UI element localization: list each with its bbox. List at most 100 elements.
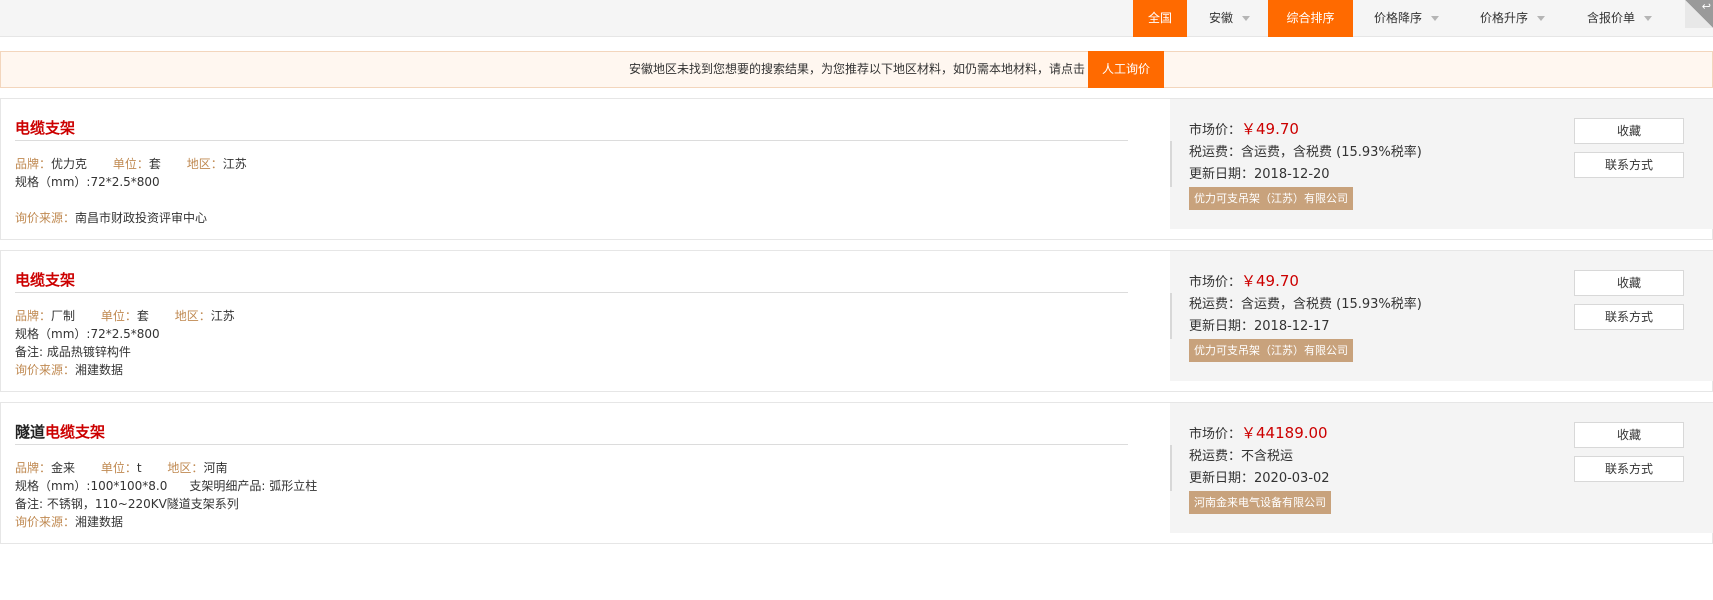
source-value: 湘建数据 — [75, 363, 124, 377]
result-card: 电缆支架 品牌：优力克 单位：套 地区：江苏 规格（mm）:72*2.5*800… — [0, 98, 1713, 240]
title-prefix: 隧道 — [15, 423, 46, 441]
filter-label: 综合排序 — [1286, 11, 1335, 25]
market-price: 市场价：￥49.70 — [1189, 119, 1299, 141]
tax-shipping: 税运费：含运费，含税费 (15.93%税率) — [1189, 295, 1422, 315]
search-results-page: 全国 安徽 综合排序 价格降序 价格升序 含报价单 ↩ 安徽地区未找到您想要的搜… — [0, 0, 1713, 600]
date-value: 2018-12-17 — [1254, 319, 1330, 334]
filter-label: 含报价单 — [1587, 11, 1636, 25]
result-note: 备注: 成品热镀锌构件 — [15, 345, 131, 359]
result-source: 询价来源：湘建数据 — [15, 361, 123, 379]
unit-value: 套 — [148, 157, 161, 171]
region-label: 地区： — [186, 157, 223, 171]
manual-inquiry-button[interactable]: 人工询价 — [1088, 51, 1164, 88]
filter-bar: 全国 安徽 综合排序 价格降序 价格升序 含报价单 ↩ — [0, 0, 1713, 37]
filter-region-anhui[interactable]: 安徽 — [1209, 0, 1267, 37]
favorite-button[interactable]: 收藏 — [1574, 270, 1684, 296]
spec-value: 72*2.5*800 — [90, 175, 160, 189]
spec-extra: 支架明细产品: 弧形立柱 — [189, 479, 318, 493]
tax-value: 含运费，含税费 (15.93%税率) — [1241, 145, 1422, 160]
date-label: 更新日期： — [1189, 167, 1255, 182]
tax-shipping: 税运费：含运费，含税费 (15.93%税率) — [1189, 143, 1422, 163]
brand-value: 厂制 — [51, 309, 76, 323]
chevron-down-icon — [1644, 16, 1653, 21]
unit-value: t — [136, 461, 142, 475]
market-price: 市场价：￥44189.00 — [1189, 423, 1328, 445]
result-spec: 规格（mm）:72*2.5*800 — [15, 325, 160, 343]
divider — [1170, 293, 1172, 339]
title-highlight: 电缆支架 — [45, 423, 106, 441]
update-date: 更新日期：2020-03-02 — [1189, 469, 1330, 489]
filter-label: 全国 — [1147, 11, 1172, 25]
result-source: 询价来源：湘建数据 — [15, 513, 123, 531]
brand-label: 品牌： — [15, 309, 52, 323]
date-label: 更新日期： — [1189, 471, 1255, 486]
title-highlight: 电缆支架 — [15, 271, 76, 289]
chevron-down-icon — [1537, 16, 1546, 21]
unit-label: 单位： — [100, 309, 137, 323]
company-badge[interactable]: 优力可支吊架（江苏）有限公司 — [1189, 339, 1353, 362]
update-date: 更新日期：2018-12-20 — [1189, 165, 1330, 185]
result-attributes: 品牌：厂制 单位：套 地区：江苏 — [15, 307, 235, 325]
source-label: 询价来源： — [15, 363, 76, 377]
contact-button[interactable]: 联系方式 — [1574, 152, 1684, 178]
filter-has-quote[interactable]: 含报价单 — [1587, 0, 1667, 37]
spec-value: 100*100*8.0 — [90, 479, 168, 493]
contact-button[interactable]: 联系方式 — [1574, 304, 1684, 330]
result-spec: 规格（mm）:100*100*8.0 支架明细产品: 弧形立柱 — [15, 477, 317, 495]
region-value: 江苏 — [210, 309, 235, 323]
region-label: 地区： — [174, 309, 211, 323]
tax-label: 税运费： — [1189, 145, 1242, 160]
tax-value: 不含税运 — [1241, 449, 1294, 464]
price-value: ￥44189.00 — [1241, 424, 1328, 442]
unit-value: 套 — [136, 309, 149, 323]
company-badge[interactable]: 优力可支吊架（江苏）有限公司 — [1189, 187, 1353, 210]
divider — [15, 444, 1128, 445]
result-card: 隧道电缆支架 品牌：金来 单位：t 地区：河南 规格（mm）:100*100*8… — [0, 402, 1713, 544]
sort-price-asc[interactable]: 价格升序 — [1480, 0, 1558, 37]
contact-button[interactable]: 联系方式 — [1574, 456, 1684, 482]
result-attributes: 品牌：优力克 单位：套 地区：江苏 — [15, 155, 247, 173]
brand-label: 品牌： — [15, 461, 52, 475]
back-corner-button[interactable]: ↩ — [1685, 0, 1713, 28]
result-title[interactable]: 电缆支架 — [15, 117, 75, 138]
return-arrow-icon: ↩ — [1701, 0, 1711, 13]
notice-text: 安徽地区未找到您想要的搜索结果，为您推荐以下地区材料，如仍需本地材料，请点击 — [628, 62, 1085, 76]
date-value: 2018-12-20 — [1254, 167, 1330, 182]
result-title[interactable]: 隧道电缆支架 — [15, 421, 105, 442]
date-value: 2020-03-02 — [1254, 471, 1330, 486]
filter-label: 安徽 — [1209, 11, 1234, 25]
tax-value: 含运费，含税费 (15.93%税率) — [1241, 297, 1422, 312]
favorite-button[interactable]: 收藏 — [1574, 118, 1684, 144]
divider — [1170, 141, 1172, 187]
market-price: 市场价：￥49.70 — [1189, 271, 1299, 293]
brand-label: 品牌： — [15, 157, 52, 171]
spec-label: 规格（mm）: — [15, 479, 91, 493]
price-label: 市场价： — [1189, 275, 1242, 290]
divider — [15, 140, 1128, 141]
filter-region-nationwide[interactable]: 全国 — [1133, 0, 1187, 37]
divider — [15, 292, 1128, 293]
source-label: 询价来源： — [15, 211, 76, 225]
result-spec: 规格（mm）:72*2.5*800 — [15, 173, 160, 191]
divider — [1170, 445, 1172, 491]
price-label: 市场价： — [1189, 427, 1242, 442]
result-title[interactable]: 电缆支架 — [15, 269, 75, 290]
region-value: 河南 — [203, 461, 228, 475]
favorite-button[interactable]: 收藏 — [1574, 422, 1684, 448]
chevron-down-icon — [1242, 16, 1251, 21]
sort-price-desc[interactable]: 价格降序 — [1374, 0, 1452, 37]
chevron-down-icon — [1431, 16, 1440, 21]
sort-comprehensive[interactable]: 综合排序 — [1268, 0, 1353, 37]
date-label: 更新日期： — [1189, 319, 1255, 334]
unit-label: 单位： — [100, 461, 137, 475]
unit-label: 单位： — [112, 157, 149, 171]
tax-shipping: 税运费：不含税运 — [1189, 447, 1293, 467]
result-source: 询价来源：南昌市财政投资评审中心 — [15, 209, 207, 227]
source-value: 湘建数据 — [75, 515, 124, 529]
price-value: ￥49.70 — [1241, 272, 1299, 290]
filter-label: 价格降序 — [1374, 11, 1423, 25]
title-highlight: 电缆支架 — [15, 119, 76, 137]
region-value: 江苏 — [222, 157, 247, 171]
company-badge[interactable]: 河南金来电气设备有限公司 — [1189, 491, 1331, 514]
notice-banner: 安徽地区未找到您想要的搜索结果，为您推荐以下地区材料，如仍需本地材料，请点击 人… — [0, 51, 1713, 88]
